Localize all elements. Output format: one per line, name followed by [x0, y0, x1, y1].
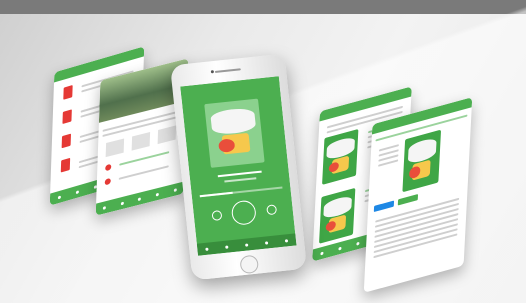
action-button[interactable]	[373, 200, 395, 213]
book-cover	[322, 128, 359, 185]
home-button	[239, 254, 260, 275]
pdf-icon	[60, 157, 71, 173]
card-book-detail	[363, 97, 473, 293]
book-cover	[402, 129, 442, 193]
pdf-icon	[62, 109, 72, 125]
pdf-icon	[63, 85, 73, 100]
speaker-grille	[214, 68, 241, 73]
stat-block	[157, 125, 177, 145]
front-camera	[210, 70, 215, 74]
action-button[interactable]	[397, 193, 419, 206]
alert-icon	[104, 177, 111, 186]
meta-lines	[374, 140, 403, 171]
book-cover	[204, 98, 265, 168]
stat-block	[131, 131, 151, 151]
phone-device	[170, 53, 307, 281]
pdf-icon	[61, 133, 72, 149]
alert-icon	[105, 163, 112, 172]
phone-screen	[180, 76, 297, 256]
stat-block	[105, 138, 125, 158]
book-cover	[319, 187, 356, 244]
